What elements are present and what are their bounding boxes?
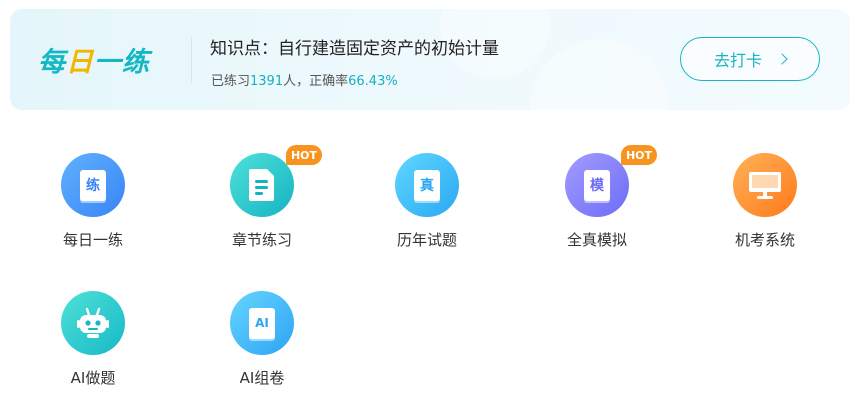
daily-practice-logo: 每日一练 <box>38 47 150 78</box>
check-in-button[interactable]: 去打卡 <box>680 37 820 81</box>
tile-mock-exam[interactable]: 模 HOT 全真模拟 <box>537 145 657 263</box>
tile-daily-practice[interactable]: 练 每日一练 <box>33 153 153 263</box>
computer-monitor-icon <box>733 153 797 217</box>
daily-practice-icon: 练 <box>61 153 125 217</box>
daily-practice-banner: 每日一练 知识点：自行建造固定资产的初始计量 已练习1391人，正确率66.43… <box>10 9 850 110</box>
knowledge-point-title[interactable]: 知识点：自行建造固定资产的初始计量 <box>210 34 499 59</box>
tile-label: AI组卷 <box>239 369 285 387</box>
ai-paper-icon: AI <box>230 291 294 355</box>
mock-exam-icon: 模 <box>565 153 629 217</box>
hot-badge: HOT <box>621 145 657 165</box>
chapter-document-icon <box>230 153 294 217</box>
chevron-right-icon <box>776 53 788 65</box>
practice-count: 1391 <box>250 74 284 89</box>
tile-label: AI做题 <box>70 369 116 387</box>
banner-decoration <box>530 39 670 110</box>
accuracy-rate: 66.43% <box>348 74 398 89</box>
tile-ai-paper[interactable]: AI AI组卷 <box>202 291 322 401</box>
past-exam-icon: 真 <box>395 153 459 217</box>
tile-label: 历年试题 <box>396 231 457 249</box>
tile-label: 章节练习 <box>231 231 292 249</box>
check-in-label: 去打卡 <box>713 51 762 70</box>
divider <box>191 37 192 83</box>
tile-computer-exam[interactable]: 机考系统 <box>705 153 825 263</box>
tile-label: 全真模拟 <box>566 231 627 249</box>
tile-chapter-practice[interactable]: HOT 章节练习 <box>202 145 322 263</box>
tile-ai-practice[interactable]: AI做题 <box>33 291 153 401</box>
robot-icon <box>61 291 125 355</box>
tile-label: 每日一练 <box>62 231 123 249</box>
tile-label: 机考系统 <box>734 231 795 249</box>
practice-stats: 已练习1391人，正确率66.43% <box>211 74 398 89</box>
hot-badge: HOT <box>286 145 322 165</box>
tile-past-exams[interactable]: 真 历年试题 <box>367 153 487 263</box>
